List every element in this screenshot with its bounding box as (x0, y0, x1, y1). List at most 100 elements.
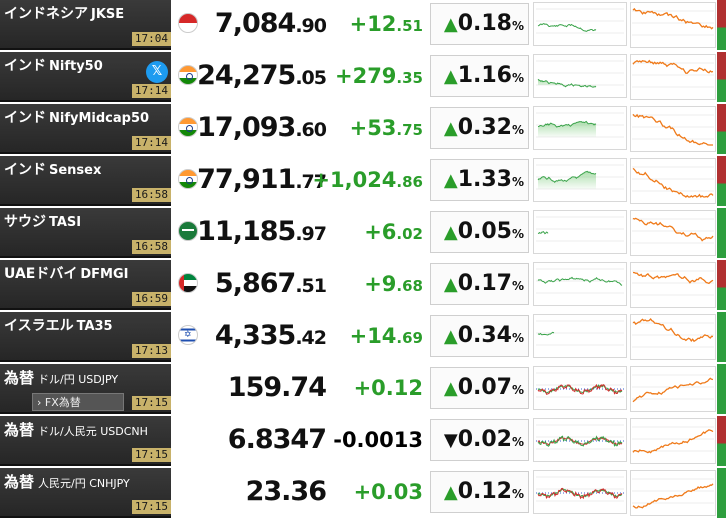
ticker-name-jp: インド (4, 58, 46, 74)
percent-change: ▲0.07% (444, 375, 524, 400)
percent-change: ▲0.05% (444, 219, 524, 244)
ticker-name[interactable]: インドネシア JKSE (4, 3, 124, 23)
update-time: 17:04 (131, 32, 171, 46)
change-decimal: .51 (396, 17, 423, 35)
percent-unit: % (511, 123, 524, 137)
history-mini-chart[interactable] (630, 418, 716, 464)
ticker-name-jp: UAEドバイ (4, 266, 78, 282)
intraday-mini-chart[interactable] (533, 470, 627, 514)
ticker-name-jp: インド (4, 162, 46, 178)
india-flag-icon (178, 117, 198, 137)
triangle-up-icon: ▲ (443, 274, 458, 295)
ticker-row[interactable]: インド Nifty50 𝕏 17:14 24,275.05 +279.35 ▲1.… (0, 52, 726, 102)
ticker-row[interactable]: 為替 ドル/人民元 USDCNH 17:15 6.8347 -0.0013 ▼0.… (0, 416, 726, 466)
history-mini-chart[interactable] (630, 54, 716, 100)
history-mini-chart[interactable] (630, 106, 716, 152)
ticker-name[interactable]: イスラエル TA35 (4, 315, 113, 335)
percent-change: ▲0.18% (444, 11, 524, 36)
ticker-name-cell[interactable]: 為替 ドル/円 USDJPY › FX為替 17:15 (0, 364, 171, 414)
ticker-name[interactable]: 為替 人民元/円 CNHJPY (4, 471, 130, 492)
triangle-up-icon: ▲ (443, 170, 458, 191)
intraday-mini-chart[interactable] (533, 262, 627, 306)
india-flag-icon (178, 65, 198, 85)
ticker-name-cell[interactable]: インド Nifty50 𝕏 17:14 (0, 52, 171, 102)
ticker-name-jp: 為替 (4, 473, 35, 491)
ticker-name-cell[interactable]: インド NifyMidcap50 17:14 (0, 104, 171, 154)
intraday-chart-svg (536, 60, 624, 88)
ticker-name-cell[interactable]: UAEドバイ DFMGI 16:59 (0, 260, 171, 310)
ticker-name-cell[interactable]: インド Sensex 16:58 (0, 156, 171, 206)
intraday-mini-chart[interactable] (533, 314, 627, 358)
intraday-chart-svg (536, 476, 624, 502)
trend-stripe (717, 208, 726, 258)
ticker-name-cell[interactable]: 為替 人民元/円 CNHJPY 17:15 (0, 468, 171, 518)
percent-change: ▲0.32% (444, 115, 524, 140)
ticker-name-jp: サウジ (4, 214, 46, 230)
intraday-mini-chart[interactable] (533, 106, 627, 150)
ticker-name-cell[interactable]: 為替 ドル/人民元 USDCNH 17:15 (0, 416, 171, 466)
intraday-mini-chart[interactable] (533, 2, 627, 46)
ticker-name[interactable]: インド Nifty50 (4, 55, 103, 75)
triangle-up-icon: ▲ (443, 14, 458, 35)
history-mini-chart[interactable] (630, 2, 716, 48)
intraday-mini-chart[interactable] (533, 366, 627, 410)
last-price: 4,335.42 (214, 320, 327, 351)
price-integer: 4,335 (214, 320, 296, 351)
history-mini-chart[interactable] (630, 210, 716, 256)
ticker-name[interactable]: 為替 ドル/円 USDJPY (4, 367, 118, 388)
percent-change-box: ▲0.17% (430, 263, 529, 305)
ticker-name[interactable]: インド NifyMidcap50 (4, 107, 149, 127)
fx-button-label: FX為替 (44, 396, 81, 409)
history-mini-chart[interactable] (630, 470, 716, 516)
intraday-mini-chart[interactable] (533, 418, 627, 462)
percent-change: ▼0.02% (444, 427, 524, 452)
x-share-icon[interactable]: 𝕏 (146, 61, 168, 83)
ticker-name[interactable]: 為替 ドル/人民元 USDCNH (4, 419, 148, 440)
history-mini-chart[interactable] (630, 366, 716, 412)
intraday-mini-chart[interactable] (533, 54, 627, 98)
price-change: +9.68 (364, 272, 423, 296)
history-chart-svg (632, 478, 714, 509)
percent-change-box: ▲0.12% (430, 471, 529, 513)
ticker-name[interactable]: UAEドバイ DFMGI (4, 263, 128, 283)
update-time: 17:14 (131, 84, 171, 98)
change-decimal: .02 (396, 225, 423, 243)
ticker-name-jp: 為替 (4, 421, 35, 439)
intraday-mini-chart[interactable] (533, 158, 627, 202)
history-mini-chart[interactable] (630, 314, 716, 360)
ticker-name-cell[interactable]: イスラエル TA35 17:13 (0, 312, 171, 362)
ticker-name[interactable]: サウジ TASI (4, 211, 81, 231)
ticker-code: ドル/円 USDJPY (38, 373, 119, 386)
change-decimal: .86 (396, 173, 423, 191)
ticker-row[interactable]: サウジ TASI 16:58 11,185.97 +6.02 ▲0.05% (0, 208, 726, 258)
fx-button[interactable]: › FX為替 (32, 393, 124, 411)
ticker-row[interactable]: 為替 人民元/円 CNHJPY 17:15 23.36 +0.03 ▲0.12% (0, 468, 726, 518)
ticker-row[interactable]: 為替 ドル/円 USDJPY › FX為替 17:15 159.74 +0.12 … (0, 364, 726, 414)
last-price: 77,911.77 (197, 164, 327, 195)
history-mini-chart[interactable] (630, 262, 716, 308)
trend-stripe (717, 312, 726, 362)
last-price: 7,084.90 (215, 8, 327, 39)
last-price: 24,275.05 (197, 60, 327, 91)
ticker-row[interactable]: インドネシア JKSE 17:04 7,084.90 +12.51 ▲0.18% (0, 0, 726, 50)
change-integer: +0.03 (353, 480, 423, 504)
intraday-chart-svg (536, 112, 624, 138)
ticker-name-cell[interactable]: インドネシア JKSE 17:04 (0, 0, 171, 50)
ticker-name-jp: インド (4, 110, 46, 126)
ticker-row[interactable]: インド Sensex 16:58 77,911.77 +1,024.86 ▲1.3… (0, 156, 726, 206)
update-time: 17:15 (131, 396, 171, 410)
fx-button-arrow-icon: › (37, 396, 42, 409)
change-integer: +9 (364, 272, 397, 296)
ticker-name-cell[interactable]: サウジ TASI 16:58 (0, 208, 171, 258)
ticker-row[interactable]: UAEドバイ DFMGI 16:59 5,867.51 +9.68 ▲0.17% (0, 260, 726, 310)
history-mini-chart[interactable] (630, 158, 716, 204)
history-chart-svg (632, 59, 714, 88)
ticker-row[interactable]: インド NifyMidcap50 17:14 17,093.60 +53.75 ▲… (0, 104, 726, 154)
update-time: 16:59 (131, 292, 171, 306)
ticker-row[interactable]: イスラエル TA35 17:13 ✡ 4,335.42 +14.69 ▲0.34% (0, 312, 726, 362)
triangle-up-icon: ▲ (443, 482, 458, 503)
india-flag-icon (178, 169, 198, 189)
change-decimal: .68 (396, 277, 423, 295)
ticker-name[interactable]: インド Sensex (4, 159, 101, 179)
intraday-mini-chart[interactable] (533, 210, 627, 254)
